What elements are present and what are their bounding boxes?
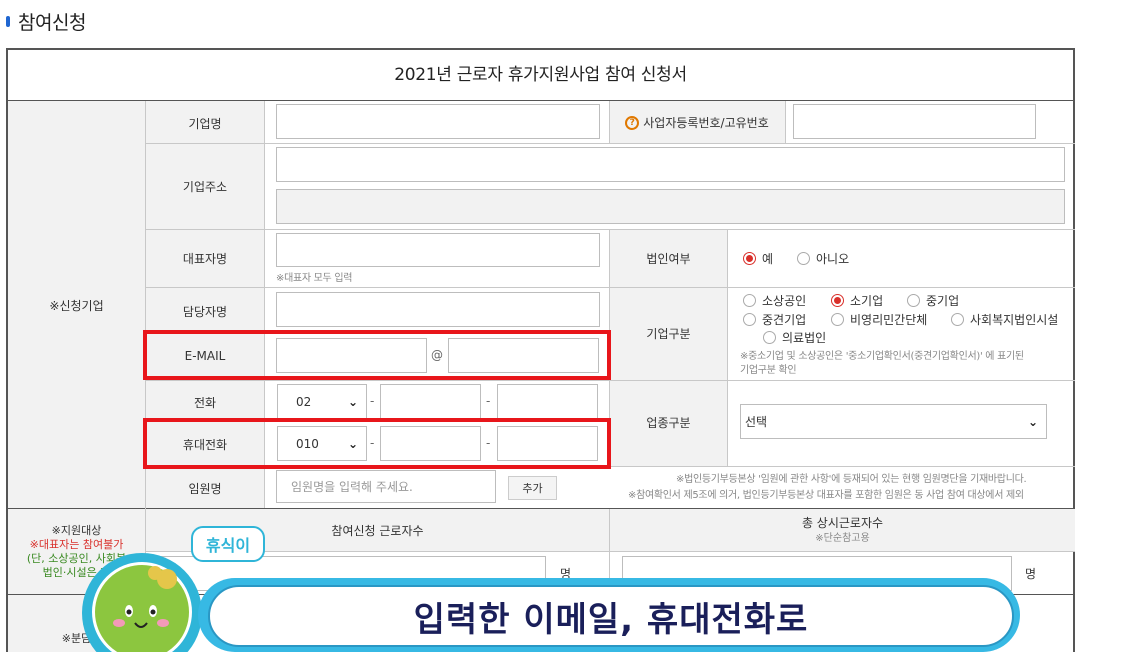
exec-add-button[interactable]: 추가	[508, 476, 557, 500]
total-unit: 명	[1025, 567, 1037, 581]
corp-no-radio[interactable]: 아니오	[797, 250, 849, 267]
exec-note-2: ※참여확인서 제5조에 의거, 법인등기부등본상 대표자를 포함한 임원은 동 …	[628, 490, 1024, 501]
radio-empty-icon	[831, 313, 844, 326]
type-label: 중기업	[926, 294, 960, 308]
bizreg-input[interactable]	[793, 104, 1036, 139]
type-radio-midsize[interactable]: 중견기업	[743, 311, 806, 328]
radio-selected-icon	[743, 252, 756, 265]
industry-select[interactable]: 선택 ⌄	[740, 404, 1047, 439]
type-radio-medical[interactable]: 의료법인	[763, 329, 826, 346]
industry-label: 업종구분	[646, 416, 691, 430]
title-bar-icon	[6, 16, 10, 27]
type-radio-small-enterprise[interactable]: 소기업	[831, 292, 883, 309]
applicant-label: ※신청기업	[49, 299, 104, 313]
ceo-input[interactable]	[276, 233, 600, 267]
grid-line	[785, 101, 786, 143]
grid-line	[146, 229, 1075, 230]
radio-empty-icon	[951, 313, 964, 326]
type-label: 사회복지법인시설	[970, 313, 1059, 327]
grid-line	[146, 143, 1075, 144]
chevron-down-icon: ⌄	[347, 394, 358, 409]
address-label: 기업주소	[182, 180, 228, 194]
help-icon[interactable]: ?	[625, 115, 640, 130]
mascot-face-icon	[113, 566, 177, 628]
corp-no-label: 아니오	[816, 252, 850, 266]
bubble-text: 휴식이	[205, 536, 251, 555]
radio-empty-icon	[743, 294, 756, 307]
type-radio-welfare[interactable]: 사회복지법인시설	[951, 311, 1058, 328]
corp-yes-label: 예	[762, 252, 774, 266]
radio-empty-icon	[907, 294, 920, 307]
company-type-note: ※중소기업 및 소상공인은 '중소기업확인서(중견기업확인서)' 에 표기된	[740, 351, 1024, 362]
address-detail-input[interactable]	[276, 189, 1065, 224]
type-label: 의료법인	[782, 331, 827, 345]
corp-yes-radio[interactable]: 예	[743, 250, 773, 267]
ceo-note: ※대표자 모두 입력	[276, 273, 353, 284]
radio-empty-icon	[743, 313, 756, 326]
exec-label: 임원명	[188, 482, 222, 496]
exec-input[interactable]: 임원명을 입력해 주세요.	[276, 470, 496, 503]
address-input[interactable]	[276, 147, 1065, 182]
type-radio-nonprofit[interactable]: 비영리민간단체	[831, 311, 927, 328]
radio-empty-icon	[797, 252, 810, 265]
caption-banner: 입력한 이메일, 휴대전화로	[208, 585, 1014, 647]
corp-label: 법인여부	[646, 252, 691, 266]
bizreg-label-text: 사업자등록번호/고유번호	[643, 116, 769, 130]
manager-input[interactable]	[276, 292, 600, 327]
type-radio-medium[interactable]: 중기업	[907, 292, 959, 309]
phone-middle-input[interactable]	[380, 384, 481, 419]
exec-placeholder: 임원명을 입력해 주세요.	[291, 480, 413, 494]
type-label: 소상공인	[762, 294, 807, 308]
company-name-label: 기업명	[188, 117, 222, 131]
speech-bubble: 휴식이	[191, 526, 265, 562]
manager-label: 담당자명	[182, 305, 228, 319]
section-title-text: 참여신청	[18, 12, 86, 34]
total-note: ※단순참고용	[815, 533, 870, 544]
grid-line	[8, 100, 1075, 101]
phone-prefix-value: 02	[296, 394, 312, 409]
phone-label: 전화	[193, 396, 217, 410]
type-label: 중견기업	[762, 313, 807, 327]
company-type-note-2: 기업구분 확인	[740, 365, 797, 376]
section-title: 참여신청	[6, 8, 86, 35]
grid-line	[146, 287, 1075, 288]
industry-value: 선택	[745, 415, 768, 429]
form-title: 2021년 근로자 휴가지원사업 참여 신청서	[394, 65, 687, 85]
type-label: 비영리민간단체	[850, 313, 928, 327]
type-label: 소기업	[850, 294, 884, 308]
radio-selected-icon	[831, 294, 844, 307]
mascot-character	[92, 562, 192, 652]
email-highlight-box	[143, 330, 611, 380]
ceo-label: 대표자명	[182, 252, 228, 266]
exec-note-1: ※법인등기부등본상 '임원에 관한 사항'에 등재되어 있는 현행 임원명단을 …	[676, 474, 1027, 485]
phone-prefix-select[interactable]: 02 ⌄	[277, 384, 367, 419]
grid-line	[609, 101, 610, 143]
radio-empty-icon	[763, 331, 776, 344]
phone-dash: -	[370, 394, 375, 408]
grid-line	[146, 380, 1075, 381]
grid-line	[8, 508, 1075, 509]
grid-line	[727, 229, 728, 466]
chevron-down-icon: ⌄	[1027, 414, 1038, 429]
phone-last-input[interactable]	[497, 384, 598, 419]
type-radio-small-business[interactable]: 소상공인	[743, 292, 806, 309]
mobile-highlight-box	[143, 418, 611, 469]
company-name-input[interactable]	[276, 104, 600, 139]
company-type-label: 기업구분	[646, 327, 691, 341]
phone-dash: -	[486, 394, 491, 408]
bizreg-label: ? 사업자등록번호/고유번호	[612, 114, 782, 131]
grid-line	[146, 551, 1075, 552]
caption-text: 입력한 이메일, 휴대전화로	[413, 599, 809, 640]
